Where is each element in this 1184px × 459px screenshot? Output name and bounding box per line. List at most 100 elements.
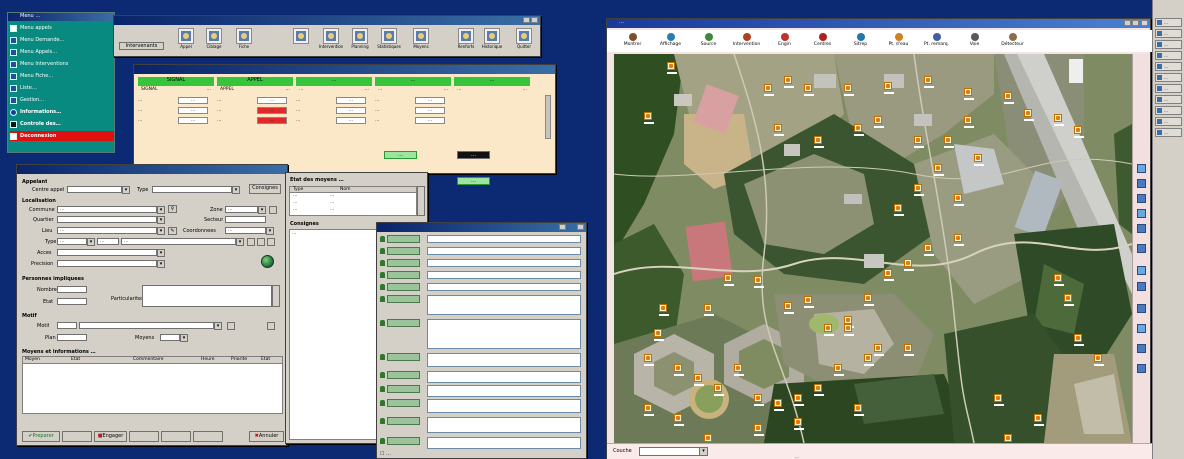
log-minimize-button[interactable] xyxy=(559,224,566,230)
map-marker-icon[interactable] xyxy=(794,394,804,406)
log-close-button[interactable] xyxy=(577,224,584,230)
map-pin-button[interactable]: ✎ xyxy=(168,227,177,235)
status-row-value[interactable]: … xyxy=(178,97,208,104)
log-entry-field[interactable] xyxy=(427,437,581,449)
status-row-value[interactable]: … xyxy=(336,117,366,124)
map-marker-icon[interactable] xyxy=(844,84,854,96)
map-marker-icon[interactable] xyxy=(804,84,814,96)
map-marker-icon[interactable] xyxy=(974,154,984,166)
close-button[interactable] xyxy=(531,17,538,23)
log-button[interactable] xyxy=(387,437,420,445)
map-marker-icon[interactable] xyxy=(884,82,894,94)
map-marker-icon[interactable] xyxy=(659,304,669,316)
log-entry-field[interactable] xyxy=(427,399,581,413)
side-tool-icon[interactable] xyxy=(1137,194,1146,203)
map-marker-icon[interactable] xyxy=(964,116,974,128)
aerial-map[interactable] xyxy=(614,54,1132,443)
log-button[interactable] xyxy=(387,259,420,267)
map-marker-icon[interactable] xyxy=(804,296,814,308)
map-marker-icon[interactable] xyxy=(694,374,704,386)
map-marker-icon[interactable] xyxy=(1054,114,1064,126)
log-entry-field[interactable] xyxy=(427,295,581,315)
map-marker-icon[interactable] xyxy=(814,136,824,148)
map-marker-icon[interactable] xyxy=(844,316,854,328)
menu-item[interactable]: Deconnexion xyxy=(10,131,114,141)
form-button-6[interactable] xyxy=(193,431,223,442)
motif-field-2[interactable] xyxy=(79,322,214,329)
taskbar-item[interactable]: … xyxy=(1155,62,1182,71)
status-row-value[interactable]: … xyxy=(336,97,366,104)
map-tool-button[interactable]: Détecteur xyxy=(994,31,1031,51)
scrollbar[interactable] xyxy=(545,95,551,139)
map-marker-icon[interactable] xyxy=(854,124,864,136)
status-row-value[interactable]: … xyxy=(178,117,208,124)
map-tool-button[interactable]: Engin xyxy=(766,31,803,51)
map-marker-icon[interactable] xyxy=(824,324,834,336)
log-entry-field[interactable] xyxy=(427,259,581,267)
menu-item[interactable]: Menu Fiche… xyxy=(10,71,114,81)
map-marker-icon[interactable] xyxy=(644,112,654,124)
log-entry-field[interactable] xyxy=(427,385,581,397)
side-tool-icon[interactable] xyxy=(1137,324,1146,333)
zone-dropdown[interactable]: ▾ xyxy=(258,206,266,214)
map-marker-icon[interactable] xyxy=(964,88,974,100)
taskbar-item[interactable]: … xyxy=(1155,73,1182,82)
map-marker-icon[interactable] xyxy=(864,294,874,306)
etat-field[interactable] xyxy=(57,298,87,305)
commune-search-button[interactable]: ⚲ xyxy=(168,205,177,213)
map-marker-icon[interactable] xyxy=(874,344,884,356)
log-entry-field[interactable] xyxy=(427,283,581,291)
moyens-dropdown[interactable]: ▾ xyxy=(180,334,188,342)
acces-dropdown[interactable]: ▾ xyxy=(157,249,165,257)
sources-row[interactable]: …… xyxy=(290,193,416,200)
status-row-value[interactable]: … xyxy=(178,107,208,114)
toolbar-button[interactable]: Quitter xyxy=(512,28,536,56)
couche-select[interactable] xyxy=(639,447,707,456)
log-button[interactable] xyxy=(387,371,420,379)
status-row-value[interactable]: … xyxy=(257,117,287,124)
map-marker-icon[interactable] xyxy=(734,364,744,376)
moyens-field[interactable] xyxy=(160,334,180,341)
taskbar-item[interactable]: … xyxy=(1155,95,1182,104)
status-row-value[interactable]: … xyxy=(415,97,445,104)
particularites-field[interactable] xyxy=(142,285,272,307)
log-button[interactable] xyxy=(387,235,420,243)
side-tool-icon[interactable] xyxy=(1137,209,1146,218)
commune-field[interactable]: … xyxy=(57,206,157,213)
secteur-field[interactable] xyxy=(225,216,266,223)
zone-field[interactable]: … xyxy=(225,206,258,213)
map-marker-icon[interactable] xyxy=(944,136,954,148)
log-entry-field[interactable] xyxy=(427,247,581,255)
map-tool-button[interactable]: Pt. remarq. xyxy=(918,31,955,51)
map-marker-icon[interactable] xyxy=(844,324,854,336)
map-marker-icon[interactable] xyxy=(864,354,874,366)
map-marker-icon[interactable] xyxy=(1034,414,1044,426)
globe-icon[interactable] xyxy=(261,255,274,268)
map-minimize-button[interactable] xyxy=(1124,20,1131,26)
toolbar-button[interactable]: Planning xyxy=(348,28,372,56)
quartier-dropdown[interactable]: ▾ xyxy=(157,216,165,224)
voie-btn-2[interactable] xyxy=(257,238,265,246)
map-tool-button[interactable]: Pt. d'eau xyxy=(880,31,917,51)
menu-item[interactable]: Menu Appels… xyxy=(10,47,114,57)
particularites-scroll[interactable] xyxy=(272,285,280,307)
map-marker-icon[interactable] xyxy=(874,116,884,128)
status-row-value[interactable]: … xyxy=(415,117,445,124)
form-button-2[interactable] xyxy=(62,431,92,442)
log-entry-field[interactable] xyxy=(427,417,581,433)
menu-item[interactable]: Liste… xyxy=(10,83,114,93)
status-badge-3[interactable]: … xyxy=(457,177,490,185)
log-button[interactable] xyxy=(387,271,420,279)
annuler-button[interactable]: ✖Annuler xyxy=(249,431,284,442)
map-marker-icon[interactable] xyxy=(1004,434,1012,442)
map-marker-icon[interactable] xyxy=(914,136,924,148)
acces-field[interactable] xyxy=(57,249,157,256)
voie-code-field[interactable]: … xyxy=(97,238,119,245)
map-marker-icon[interactable] xyxy=(1074,334,1084,346)
map-tool-button[interactable]: Sitrep xyxy=(842,31,879,51)
log-entry-field[interactable] xyxy=(427,371,581,383)
toolbar-button[interactable]: Ciblage xyxy=(202,28,226,56)
centre-field[interactable] xyxy=(67,186,122,193)
side-tool-icon[interactable] xyxy=(1137,244,1146,253)
status-badge-2[interactable]: … xyxy=(457,151,490,159)
